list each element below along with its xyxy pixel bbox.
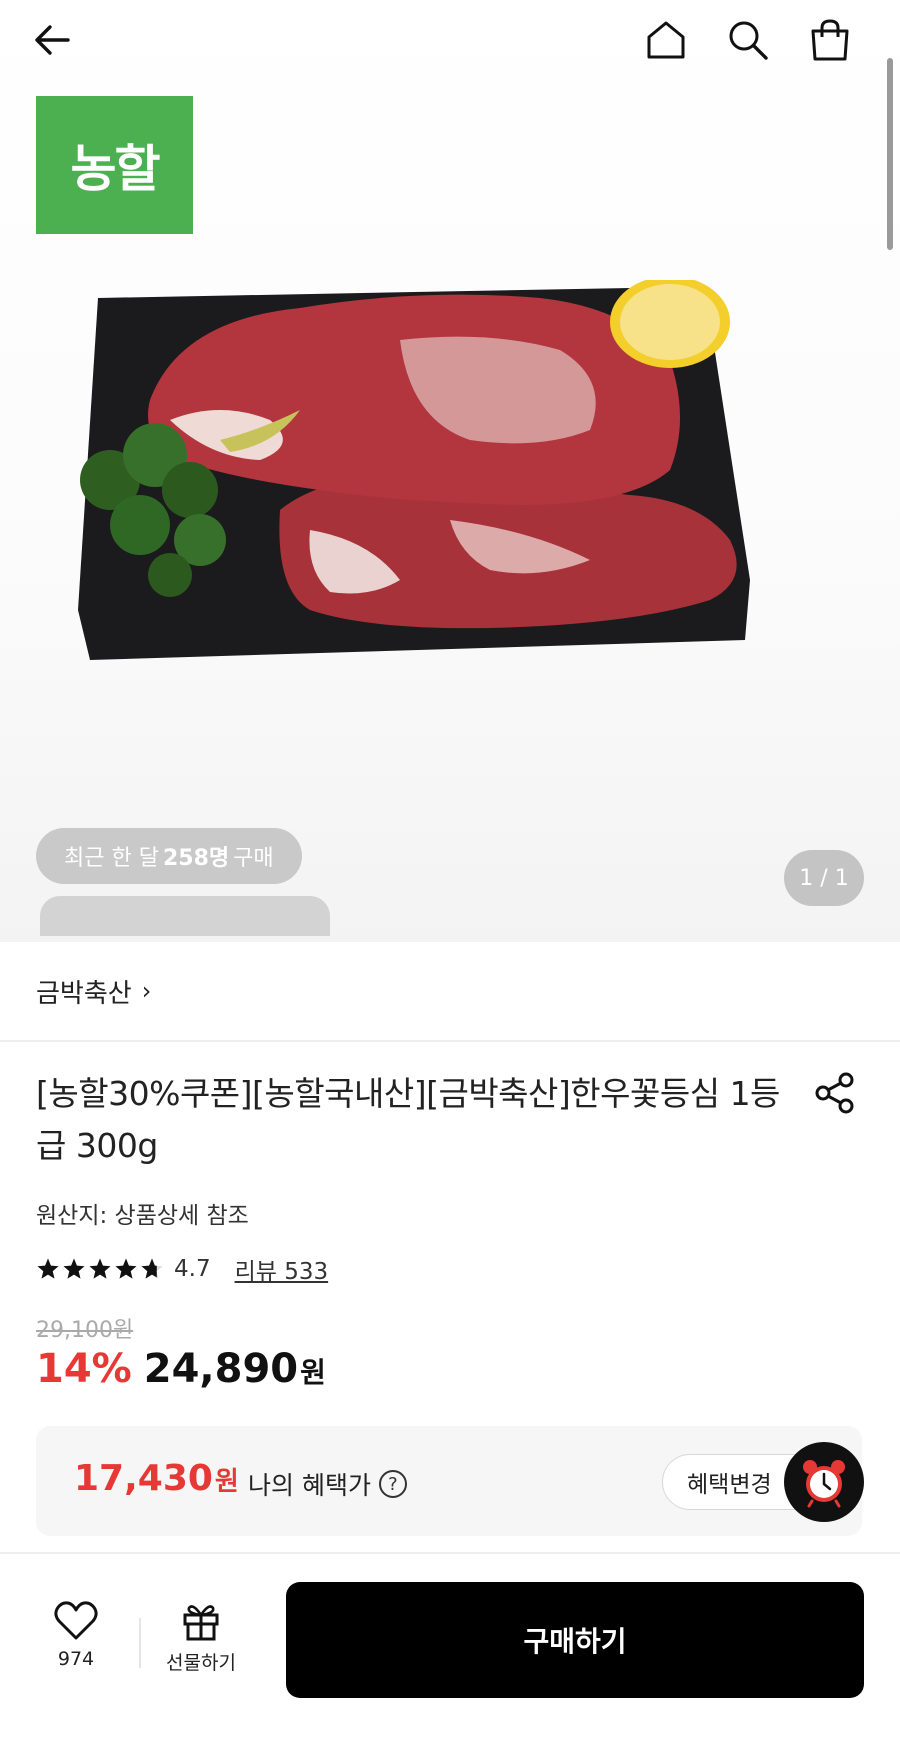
gift-icon: [183, 1605, 219, 1641]
star-icon: [89, 1258, 111, 1279]
star-icon: [63, 1258, 85, 1279]
product-photo: [78, 280, 750, 660]
home-button[interactable]: [640, 14, 692, 66]
search-icon: [729, 21, 768, 60]
benefit-box: 17,430 원 나의 혜택가 ? 혜택변경: [36, 1426, 862, 1536]
price-row: 14% 24,890 원: [36, 1346, 326, 1392]
star-icon: [141, 1258, 163, 1279]
question-icon[interactable]: ?: [378, 1470, 407, 1498]
heart-icon: [54, 1601, 98, 1640]
arrow-left-icon: [35, 25, 70, 55]
price-currency: 원: [300, 1356, 326, 1389]
top-navigation-bar: [0, 0, 900, 84]
buy-button[interactable]: 구매하기: [286, 1582, 864, 1698]
review-link[interactable]: 리뷰 533: [235, 1252, 329, 1286]
cart-button[interactable]: [804, 14, 856, 66]
rating-value: 4.7: [174, 1256, 211, 1282]
star-icon: [37, 1258, 59, 1279]
benefit-label-group: 나의 혜택가 ?: [248, 1466, 407, 1502]
product-title: [농할30%쿠폰][농할국내산][금박축산]한우꽃등심 1등급 300g: [36, 1074, 780, 1165]
benefit-price: 17,430 원: [74, 1458, 239, 1499]
share-icon: [815, 1072, 854, 1114]
product-origin: 원산지: 상품상세 참조: [36, 1203, 249, 1229]
like-count: 974: [57, 1648, 95, 1670]
benefit-price-currency: 원: [214, 1467, 239, 1497]
brand-logo-text: 농할: [70, 140, 161, 198]
recent-purchase-badge: 최근 한 달 258명 구매: [36, 828, 302, 884]
discount-rate: 14%: [36, 1346, 132, 1392]
search-button[interactable]: [722, 14, 774, 66]
shopping-bag-icon: [811, 19, 849, 61]
chevron-right-icon: ›: [141, 977, 152, 1005]
brand-logo: 농할: [36, 96, 193, 234]
like-button[interactable]: 974: [40, 1600, 112, 1670]
image-pager: 1 / 1: [784, 850, 864, 906]
purchase-count: 258명: [162, 846, 230, 871]
original-price: 29,100원: [36, 1318, 134, 1343]
rating-stars: [36, 1257, 164, 1281]
home-icon: [647, 21, 685, 59]
gift-button[interactable]: 선물하기: [158, 1600, 244, 1675]
shop-name: 금박축산: [36, 978, 132, 1009]
bottom-action-bar: 974 선물하기 구매하기: [0, 1552, 900, 1738]
purchase-suffix: 구매: [233, 846, 274, 871]
bottom-divider: [139, 1618, 141, 1668]
shop-link-row[interactable]: 금박축산 ›: [0, 942, 900, 1042]
back-button[interactable]: [26, 14, 78, 66]
rating-row: 4.7 리뷰 533: [36, 1253, 328, 1285]
alarm-clock-icon: [803, 1460, 845, 1508]
page-scrollbar[interactable]: [887, 58, 893, 250]
product-image-carousel[interactable]: 농할 최근 한 달 258명 구매 1 / 1: [0, 0, 900, 942]
sale-price: 24,890: [143, 1346, 299, 1392]
benefit-price-value: 17,430: [74, 1458, 213, 1499]
star-icon: [115, 1258, 137, 1279]
benefit-label: 나의 혜택가: [248, 1471, 371, 1500]
secondary-badge: [40, 896, 330, 936]
share-button[interactable]: [810, 1068, 860, 1118]
gift-label: 선물하기: [166, 1652, 236, 1674]
alarm-button[interactable]: [784, 1442, 864, 1522]
purchase-prefix: 최근 한 달: [64, 846, 159, 871]
